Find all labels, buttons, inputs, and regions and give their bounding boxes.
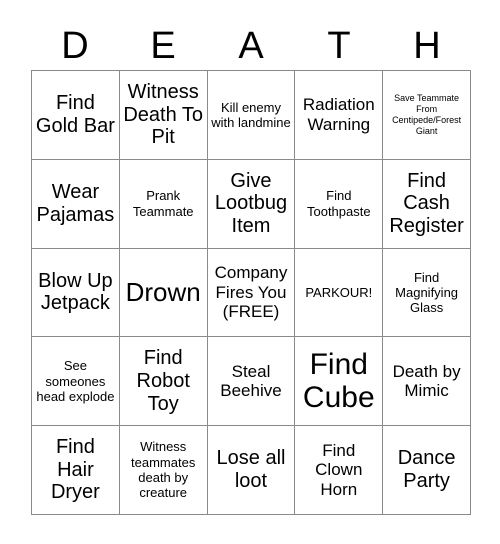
bingo-cell-label: Death by Mimic <box>392 361 461 401</box>
bingo-cell[interactable]: Find Toothpaste <box>295 159 384 249</box>
bingo-cell-label: Drown <box>125 276 201 307</box>
bingo-cell-label: Find Hair Dryer <box>50 435 100 504</box>
bingo-cell-label: Witness teammates death by creature <box>131 439 196 501</box>
bingo-cell[interactable]: Find Cash Register <box>383 159 471 249</box>
bingo-cell-label: Find Robot Toy <box>136 347 190 415</box>
bingo-cell-label: Radiation Warning <box>302 95 375 134</box>
bingo-cell[interactable]: Blow Up Jetpack <box>32 248 120 338</box>
bingo-cell-label: Company Fires You (FREE) <box>214 262 288 322</box>
bingo-cell[interactable]: Steal Beehive <box>207 337 296 427</box>
header-letter-1: E <box>150 25 176 67</box>
bingo-cell[interactable]: See someones head explode <box>32 337 120 427</box>
bingo-cell[interactable]: Death by Mimic <box>383 337 471 427</box>
bingo-cell[interactable]: Find Gold Bar <box>32 71 120 160</box>
bingo-cell[interactable]: Kill enemy with landmine <box>207 71 296 160</box>
bingo-header-letters: D E A T H <box>31 22 471 70</box>
bingo-cell-label: PARKOUR! <box>305 284 373 300</box>
bingo-cell-label: Find Clown Horn <box>315 440 363 499</box>
bingo-cell-label: Find Magnifying Glass <box>395 269 459 316</box>
bingo-cell-free[interactable]: Company Fires You (FREE) <box>207 248 296 338</box>
bingo-cell-label: Find Cube <box>302 348 375 415</box>
bingo-cell[interactable]: Find Robot Toy <box>119 337 208 427</box>
header-letter-4: H <box>413 25 441 67</box>
bingo-cell[interactable]: PARKOUR! <box>295 248 384 338</box>
bingo-cell-label: Find Cash Register <box>389 169 464 238</box>
bingo-cell-label: Witness Death To Pit <box>123 80 204 149</box>
header-letter-3: T <box>327 25 351 67</box>
bingo-cell-label: Find Toothpaste <box>306 188 371 219</box>
bingo-cell[interactable]: Witness teammates death by creature <box>119 426 208 515</box>
bingo-cell-label: Blow Up Jetpack <box>38 269 113 315</box>
bingo-cell[interactable]: Find Cube <box>295 337 384 427</box>
bingo-cell-label: Lose all loot <box>216 447 286 493</box>
bingo-card: D E A T H Find Gold Bar Witness Death To… <box>0 0 500 544</box>
bingo-cell[interactable]: Find Magnifying Glass <box>383 248 471 338</box>
bingo-cell-label: Find Gold Bar <box>35 92 115 137</box>
bingo-cell[interactable]: Save Teammate From Centipede/Forest Gian… <box>383 71 471 160</box>
bingo-cell[interactable]: Lose all loot <box>207 426 296 515</box>
bingo-cell[interactable]: Find Hair Dryer <box>32 426 120 515</box>
bingo-cell[interactable]: Wear Pajamas <box>32 159 120 249</box>
bingo-cell-label: Steal Beehive <box>220 361 282 401</box>
bingo-cell[interactable]: Drown <box>119 248 208 338</box>
bingo-cell-label: Dance Party <box>397 447 456 493</box>
bingo-cell[interactable]: Prank Teammate <box>119 159 208 249</box>
bingo-grid: Find Gold Bar Witness Death To Pit Kill … <box>31 70 471 515</box>
bingo-cell[interactable]: Radiation Warning <box>295 71 384 160</box>
bingo-cell[interactable]: Dance Party <box>383 426 471 515</box>
bingo-cell[interactable]: Give Lootbug Item <box>207 159 296 249</box>
header-letter-0: D <box>61 25 89 67</box>
bingo-cell[interactable]: Witness Death To Pit <box>119 71 208 160</box>
bingo-cell-label: See someones head explode <box>36 358 115 404</box>
bingo-cell-label: Give Lootbug Item <box>214 169 288 238</box>
bingo-cell-label: Wear Pajamas <box>36 180 115 226</box>
bingo-cell-label: Save Teammate From Centipede/Forest Gian… <box>392 92 462 136</box>
bingo-cell-label: Prank Teammate <box>132 188 194 219</box>
bingo-cell-label: Kill enemy with landmine <box>211 99 291 130</box>
bingo-cell[interactable]: Find Clown Horn <box>295 426 384 515</box>
header-letter-2: A <box>238 25 264 67</box>
